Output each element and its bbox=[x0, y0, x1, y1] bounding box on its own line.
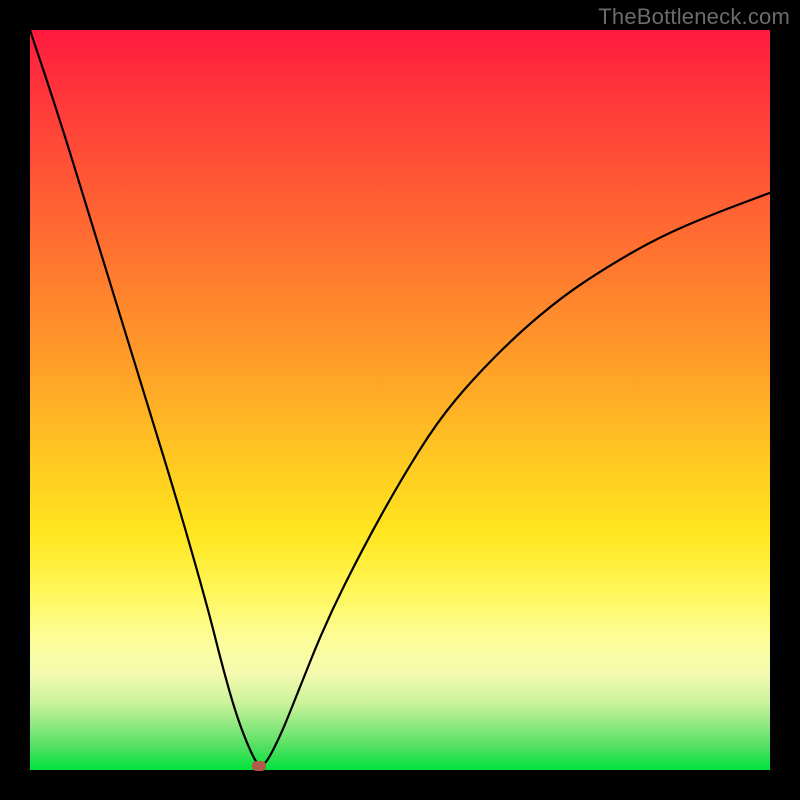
chart-stage: TheBottleneck.com bbox=[0, 0, 800, 800]
watermark-text: TheBottleneck.com bbox=[598, 4, 790, 30]
plot-area bbox=[30, 30, 770, 770]
optimal-point-marker bbox=[252, 761, 266, 771]
bottleneck-curve bbox=[30, 30, 770, 770]
